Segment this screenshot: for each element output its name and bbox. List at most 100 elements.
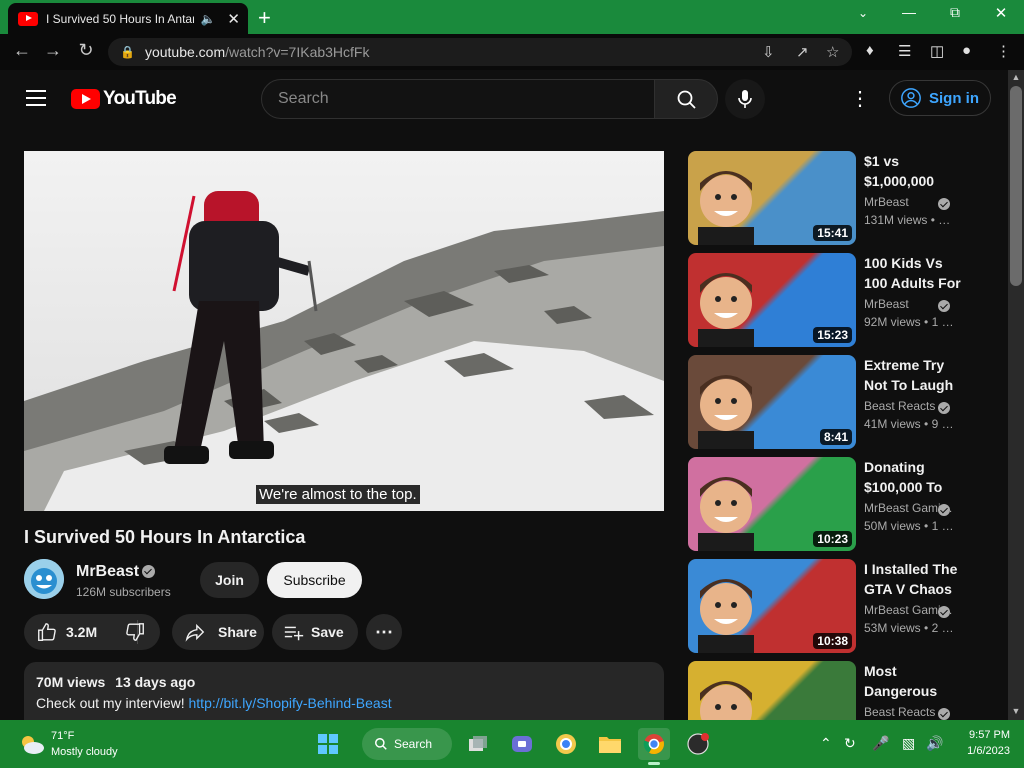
install-app-icon[interactable]: ⇩ xyxy=(762,43,775,61)
windows-logo xyxy=(318,734,338,754)
windows-start-icon[interactable] xyxy=(314,728,342,760)
minimize-icon[interactable]: — xyxy=(886,4,932,20)
profile-icon[interactable]: ● xyxy=(962,42,971,59)
weather-description[interactable]: Mostly cloudy xyxy=(51,746,118,758)
taskbar-search-button[interactable]: Search xyxy=(362,728,452,760)
recommendation-title[interactable]: Most Dangerous Animals xyxy=(864,661,964,701)
side-panel-icon[interactable]: ◫ xyxy=(930,42,944,60)
volume-icon[interactable]: 🔊 xyxy=(926,735,943,752)
obs-icon[interactable] xyxy=(684,728,712,760)
extensions-puzzle-icon[interactable]: ♦ xyxy=(866,42,874,59)
logo-text: YouTube xyxy=(103,88,177,109)
description-meta: 70M views 13 days ago xyxy=(36,674,652,690)
description-body: Check out my interview! xyxy=(36,695,185,711)
file-explorer-icon[interactable] xyxy=(596,728,624,760)
recommendation-age: 1 year ago xyxy=(931,519,956,533)
close-window-icon[interactable]: ✕ xyxy=(978,4,1024,22)
new-tab-icon[interactable]: + xyxy=(258,5,271,31)
scroll-up-arrow-icon[interactable]: ▲ xyxy=(1008,72,1024,82)
task-view-icon[interactable] xyxy=(464,728,492,760)
speaker-icon[interactable]: 🔈 xyxy=(200,12,215,26)
chrome-secondary-icon[interactable] xyxy=(552,728,580,760)
tab-search-chevron-icon[interactable]: ⌄ xyxy=(840,6,886,20)
join-button[interactable]: Join xyxy=(200,562,259,598)
recommendation-views: 50M views xyxy=(864,519,921,533)
recommendation-views: 92M views xyxy=(864,315,921,329)
more-actions-icon[interactable]: ⋯ xyxy=(366,614,402,650)
recommendation-views: 53M views xyxy=(864,621,921,635)
scrollbar-thumb[interactable] xyxy=(1010,86,1022,286)
share-page-icon[interactable]: ↗ xyxy=(796,43,809,61)
microphone-tray-icon[interactable]: 🎤 xyxy=(872,735,889,752)
video-thumbnail[interactable]: 15:41 xyxy=(688,151,856,245)
settings-kebab-icon[interactable]: ⋮ xyxy=(850,86,870,111)
video-thumbnail[interactable]: 10:38 xyxy=(688,559,856,653)
browser-menu-icon[interactable]: ⋮ xyxy=(996,42,1011,60)
forward-arrow-icon[interactable]: → xyxy=(41,40,65,61)
browser-tab[interactable]: I Survived 50 Hours In Antarctica 🔈 ✕ xyxy=(8,3,248,34)
recommendation-age: 2 years ago xyxy=(931,621,956,635)
recommendation-title[interactable]: Donating $100,000 To Random Streamers xyxy=(864,457,964,497)
channel-name[interactable]: MrBeast xyxy=(76,563,139,581)
recommendation-title[interactable]: 100 Kids Vs 100 Adults For $500,000 xyxy=(864,253,964,293)
video-duration: 10:38 xyxy=(813,633,852,649)
search-input[interactable] xyxy=(278,90,638,108)
sync-icon[interactable]: ↻ xyxy=(844,735,856,752)
recommendation-card[interactable]: 10:23 Donating $100,000 To Random Streame… xyxy=(688,457,1000,551)
lock-icon[interactable]: 🔒 xyxy=(120,45,135,59)
chrome-taskbar-icon[interactable] xyxy=(638,728,670,760)
recommendation-views: 41M views xyxy=(864,417,921,431)
video-thumbnail[interactable]: 10:23 xyxy=(688,457,856,551)
recommendation-meta: 92M views • 1 month ago xyxy=(864,315,956,329)
upload-date: 13 days ago xyxy=(115,674,196,690)
page-scrollbar[interactable]: ▲ ▼ xyxy=(1008,70,1024,720)
description-text: Check out my interview! http://bit.ly/Sh… xyxy=(36,695,652,711)
recommendation-title[interactable]: $1 vs $1,000,000 Hotel Room! xyxy=(864,151,964,191)
weather-cloud-icon[interactable] xyxy=(18,733,46,755)
show-hidden-icons-chevron-icon[interactable]: ⌃ xyxy=(820,735,832,752)
share-button[interactable]: Share xyxy=(172,614,264,650)
youtube-logo[interactable]: YouTube xyxy=(71,88,177,110)
recommendation-title[interactable]: Extreme Try Not To Laugh Challenge xyxy=(864,355,964,395)
recommendation-card[interactable]: 15:23 100 Kids Vs 100 Adults For $500,000… xyxy=(688,253,1000,347)
thumbs-down-icon xyxy=(126,623,144,641)
subscriber-count: 126M subscribers xyxy=(76,585,171,599)
sign-in-button[interactable]: Sign in xyxy=(889,80,991,116)
reload-icon[interactable]: ↻ xyxy=(74,40,98,61)
video-player[interactable] xyxy=(24,151,664,511)
recommendation-meta: 53M views • 2 years ago xyxy=(864,621,956,635)
menu-hamburger-icon[interactable] xyxy=(26,90,46,106)
clock-date[interactable]: 1/6/2023 xyxy=(958,745,1010,757)
video-thumbnail[interactable]: 8:41 xyxy=(688,355,856,449)
search-button[interactable] xyxy=(654,79,718,119)
recommendation-meta: 41M views • 9 months ago xyxy=(864,417,956,431)
voice-search-button[interactable] xyxy=(725,79,765,119)
network-icon[interactable]: ▧ xyxy=(902,735,915,752)
teams-chat-icon[interactable] xyxy=(508,728,536,760)
recommendation-title[interactable]: I Installed The GTA V Chaos Mod xyxy=(864,559,964,599)
save-button[interactable]: Save xyxy=(272,614,358,650)
close-tab-icon[interactable]: ✕ xyxy=(227,10,240,28)
like-button[interactable]: 3.2M xyxy=(24,614,137,650)
video-duration: 10:23 xyxy=(813,531,852,547)
recommendation-card[interactable]: 8:41Extreme Try Not To Laugh ChallengeBe… xyxy=(688,355,1000,449)
channel-avatar[interactable] xyxy=(24,559,64,599)
video-thumbnail[interactable]: 15:23 xyxy=(688,253,856,347)
channel-avatar-image xyxy=(24,559,64,599)
youtube-header: YouTube ⋮ Sign in xyxy=(0,70,1008,126)
description-link[interactable]: http://bit.ly/Shopify-Behind-Beast xyxy=(189,695,392,711)
recommendation-card[interactable]: 15:41$1 vs $1,000,000 Hotel Room!MrBeast… xyxy=(688,151,1000,245)
restore-icon[interactable]: ⧉ xyxy=(932,4,978,21)
share-arrow-icon xyxy=(185,623,205,642)
subscribe-button[interactable]: Subscribe xyxy=(267,562,362,598)
bookmark-star-icon[interactable]: ☆ xyxy=(826,43,839,61)
back-arrow-icon[interactable]: ← xyxy=(10,40,34,61)
scroll-down-arrow-icon[interactable]: ▼ xyxy=(1008,706,1024,716)
address-bar[interactable]: 🔒 youtube.com/watch?v=7IKab3HcfFk ⇩ ↗ ☆ xyxy=(108,38,852,66)
dislike-button[interactable] xyxy=(124,621,146,646)
media-controls-icon[interactable]: ☰ xyxy=(898,42,911,60)
weather-temperature[interactable]: 71°F xyxy=(51,730,74,742)
like-count: 3.2M xyxy=(66,624,98,640)
clock-time[interactable]: 9:57 PM xyxy=(958,729,1010,741)
recommendation-card[interactable]: 10:38I Installed The GTA V Chaos ModMrBe… xyxy=(688,559,1000,653)
